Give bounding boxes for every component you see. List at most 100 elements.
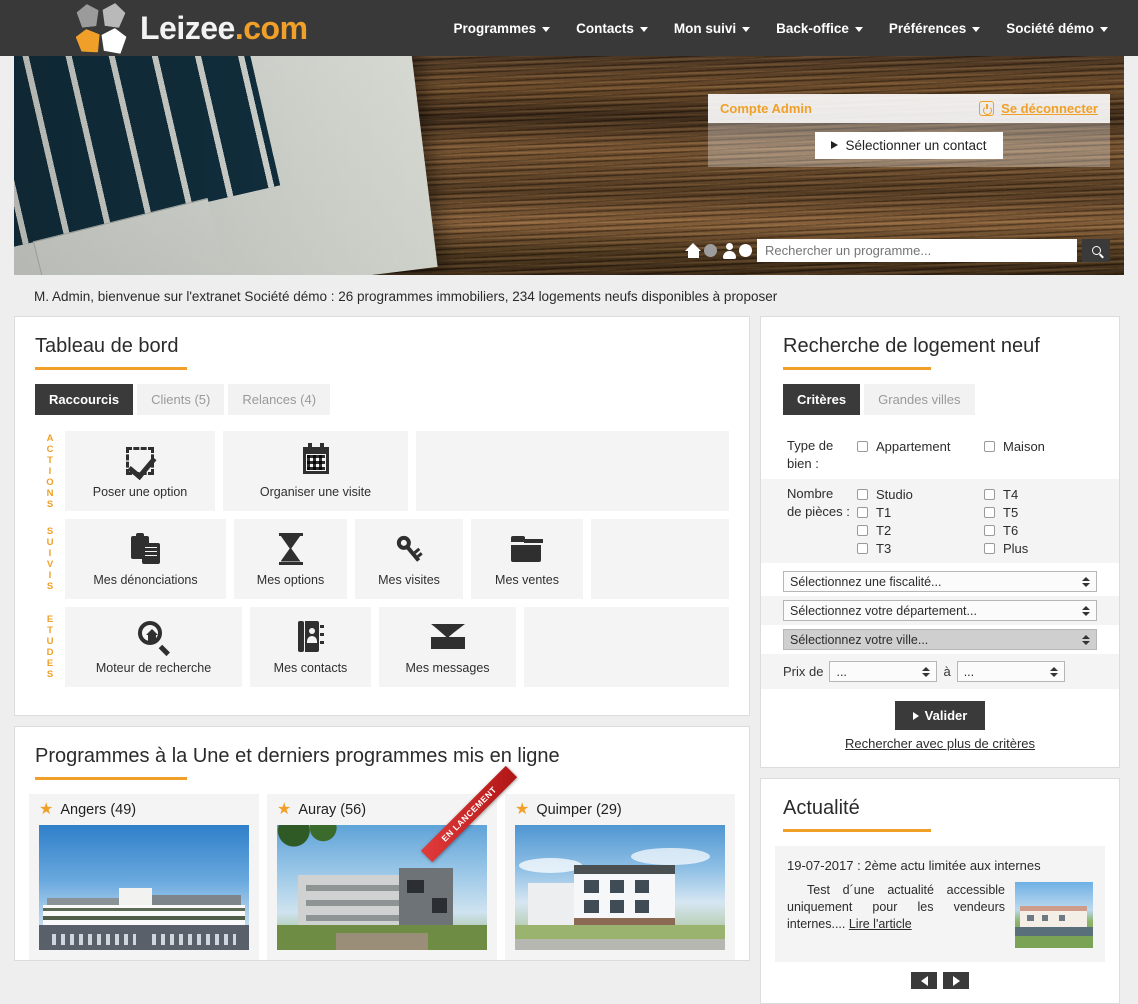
shortcut-label: Mes visites [378,572,440,587]
logout-link[interactable]: Se déconnecter [1001,101,1098,116]
clipboard-copy-icon [130,532,161,566]
programme-ribbon: EN LANCEMENT [420,765,518,863]
toggle-dot-programme[interactable] [704,244,717,257]
programme-name-row: ★ Angers (49) [39,802,249,819]
nav-label: Back-office [776,20,849,36]
arrow-right-icon [952,975,960,986]
shortcut-poser-une-option[interactable]: Poser une option [65,431,215,511]
checkbox-row-t2[interactable]: T2 [857,521,984,539]
nav-item-contacts[interactable]: Contacts [576,21,648,36]
checkbox-label: T1 [876,504,892,520]
valider-button[interactable]: Valider [894,701,986,730]
programmes-title: Programmes à la Une et derniers programm… [35,745,560,767]
shortcut-moteur-de-recherche[interactable]: Moteur de recherche [65,607,242,687]
nav-label: Société démo [1006,20,1094,36]
checkbox-row-t4[interactable]: T4 [984,485,1111,503]
logout-group[interactable]: Se déconnecter [979,101,1098,116]
group-label-actions: ACTIONS [46,432,54,510]
news-prev-button[interactable] [911,972,937,989]
checkbox-row-plus[interactable]: Plus [984,539,1111,557]
tab-grandes-villes[interactable]: Grandes villes [864,384,975,415]
checkbox-studio[interactable] [857,488,868,500]
shortcut-label: Organiser une visite [259,484,372,499]
select-price-from[interactable]: ... [829,661,938,682]
tab-criteres[interactable]: Critères [783,384,861,415]
nav-item-societe-demo[interactable]: Société démo [1006,21,1108,36]
search-panel-tabs: Critères Grandes villes [783,384,1119,415]
hero-search-input[interactable] [757,239,1077,262]
fiscalite-wrap: Sélectionnez une fiscalité... [761,563,1119,596]
checkbox-maison[interactable] [984,440,995,452]
chevron-down-icon [639,26,648,32]
select-fiscalite[interactable]: Sélectionnez une fiscalité... [783,571,1097,592]
search-mode-programme[interactable] [685,243,717,258]
shortcut-mes-denonciations[interactable]: Mes dénonciations [65,519,226,599]
shortcut-mes-messages[interactable]: Mes messages [379,607,516,687]
checkbox-row-appartement[interactable]: Appartement [857,437,984,455]
search-panel-title: Recherche de logement neuf [783,335,1040,357]
news-pager [775,962,1105,989]
hero-search-bar [685,239,1110,262]
news-thumbnail [1015,882,1093,948]
programme-card-angers[interactable]: ★ Angers (49) [29,794,259,960]
site-logo[interactable]: Leizee.com [76,1,308,55]
hourglass-icon [278,532,303,566]
shortcut-mes-options[interactable]: Mes options [234,519,347,599]
shortcut-mes-ventes[interactable]: Mes ventes [471,519,583,599]
shortcut-label: Moteur de recherche [95,660,212,675]
checkbox-t3[interactable] [857,542,868,554]
shortcut-mes-visites[interactable]: Mes visites [355,519,463,599]
nav-label: Mon suivi [673,20,737,36]
checkbox-appartement[interactable] [857,440,868,452]
shortcut-label: Mes contacts [273,660,348,675]
checkbox-row-t1[interactable]: T1 [857,503,984,521]
shortcut-mes-contacts[interactable]: Mes contacts [250,607,371,687]
main-menu: Programmes Contacts Mon suivi Back-offic… [454,21,1108,36]
nav-item-preferences[interactable]: Préférences [888,20,981,36]
checkbox-check-icon [126,444,154,478]
checkbox-t4[interactable] [984,488,995,500]
checkbox-row-maison[interactable]: Maison [984,437,1111,455]
tab-clients[interactable]: Clients (5) [137,384,225,415]
read-article-link[interactable]: Lire l'article [849,917,912,931]
nombre-de-pieces-label: Nombre de pièces : [787,485,857,521]
programme-card-quimper[interactable]: ★ Quimper (29) [505,794,735,960]
nav-item-back-office[interactable]: Back-office [776,21,863,36]
search-icon [1091,246,1101,255]
hero-search-button[interactable] [1082,239,1110,262]
checkbox-plus[interactable] [984,542,995,554]
programme-card-auray[interactable]: EN LANCEMENT ★ Auray (56) [267,765,518,960]
house-icon [685,243,702,258]
search-mode-contact[interactable] [722,242,752,259]
tab-relances[interactable]: Relances (4) [228,384,331,415]
checkbox-row-t5[interactable]: T5 [984,503,1111,521]
checkbox-row-t6[interactable]: T6 [984,521,1111,539]
checkbox-row-studio[interactable]: Studio [857,485,984,503]
checkbox-t2[interactable] [857,524,868,536]
more-criteria-link[interactable]: Rechercher avec plus de critères [761,736,1119,767]
nav-label: Préférences [888,20,967,36]
tab-raccourcis[interactable]: Raccourcis [35,384,134,415]
group-label-suivis: SUIVIS [46,526,54,592]
nav-item-programmes[interactable]: Programmes [454,21,551,36]
group-actions: ACTIONS Poser une option Organiser une v… [35,431,729,511]
price-label: Prix de [783,664,824,679]
select-contact-button[interactable]: Sélectionner un contact [815,131,1003,159]
select-ville[interactable]: Sélectionnez votre ville... [783,629,1097,650]
select-departement[interactable]: Sélectionnez votre département... [783,600,1097,621]
checkbox-row-t3[interactable]: T3 [857,539,984,557]
account-panel-header: Compte Admin Se déconnecter [708,94,1110,123]
departement-wrap: Sélectionnez votre département... [761,596,1119,625]
checkbox-t6[interactable] [984,524,995,536]
programmes-grid: ★ Angers (49) EN LANCEMENT ★ Auray (56) … [15,765,749,960]
programme-image [515,825,725,950]
nav-item-mon-suivi[interactable]: Mon suivi [673,20,751,36]
shortcut-label: Poser une option [92,484,188,499]
shortcut-organiser-une-visite[interactable]: Organiser une visite [223,431,408,511]
account-name: Compte Admin [720,101,812,116]
checkbox-t1[interactable] [857,506,868,518]
toggle-dot-contact[interactable] [739,244,752,257]
checkbox-t5[interactable] [984,506,995,518]
select-price-to[interactable]: ... [956,661,1065,682]
news-next-button[interactable] [943,972,969,989]
